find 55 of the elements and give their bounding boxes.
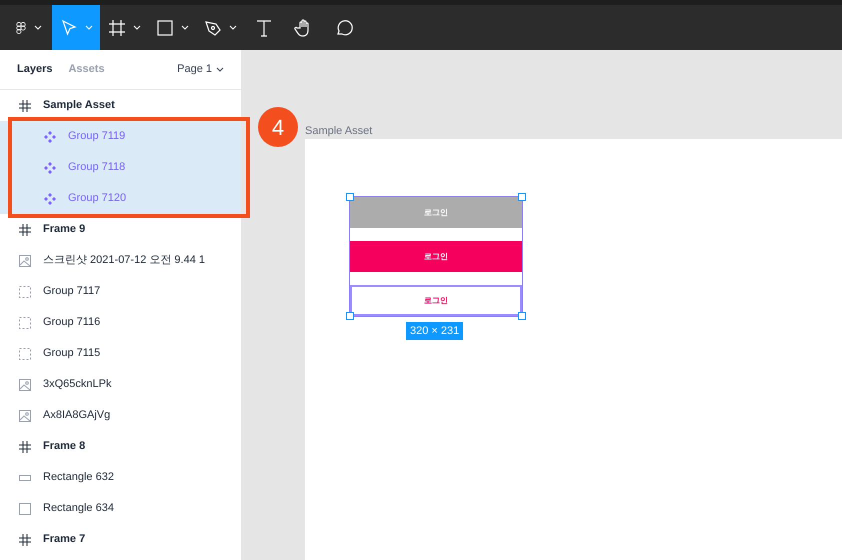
layer-row[interactable]: Frame 7 bbox=[0, 524, 241, 555]
image-icon bbox=[19, 410, 31, 422]
frame-label: Sample Asset bbox=[305, 124, 372, 139]
layer-name: Group 7117 bbox=[43, 284, 100, 300]
layer-name: Frame 9 bbox=[43, 222, 86, 238]
resize-handle[interactable] bbox=[518, 193, 526, 201]
text-icon bbox=[254, 18, 274, 38]
layer-row[interactable]: Group 7117 bbox=[0, 276, 241, 307]
layer-row[interactable]: Frame 8 bbox=[0, 431, 241, 462]
layer-row[interactable]: Frame 9 bbox=[0, 214, 241, 245]
resize-handle[interactable] bbox=[346, 312, 354, 320]
panel-tab[interactable]: Layers bbox=[17, 61, 52, 78]
layer-name: Group 7120 bbox=[68, 191, 126, 206]
layer-row[interactable]: Sample Asset bbox=[0, 90, 241, 121]
frame-icon bbox=[19, 534, 31, 546]
callout-badge: 4 bbox=[258, 107, 298, 147]
layer-name: Sample Asset bbox=[43, 98, 115, 114]
layer-row[interactable]: Group 7115 bbox=[0, 338, 241, 369]
layer-name: Frame 7 bbox=[43, 532, 86, 548]
layer-row[interactable]: 3xQ65cknLPk bbox=[0, 369, 241, 400]
frame-icon bbox=[19, 224, 31, 236]
layer-name: Ax8IA8GAjVg bbox=[43, 408, 110, 424]
component-icon bbox=[44, 192, 56, 204]
layer-name: Rectangle 634 bbox=[43, 501, 114, 516]
group-icon bbox=[19, 286, 31, 298]
resize-handle[interactable] bbox=[518, 312, 526, 320]
cursor-arrow-icon bbox=[59, 18, 79, 38]
resize-handle[interactable] bbox=[346, 193, 354, 201]
page-selector[interactable]: Page 1 bbox=[177, 61, 224, 78]
component-icon bbox=[44, 162, 56, 174]
image-icon bbox=[19, 378, 31, 390]
layer-row[interactable]: 스크린샷 2021-07-12 오전 9.44 1 bbox=[0, 245, 241, 276]
layer-name: Rectangle 632 bbox=[43, 470, 114, 486]
layer-row[interactable]: Rectangle 632 bbox=[0, 462, 241, 493]
layer-name: 스크린샷 2021-07-12 오전 9.44 1 bbox=[43, 253, 206, 268]
square-icon bbox=[155, 18, 175, 38]
group-icon bbox=[19, 348, 31, 360]
layer-name: Frame 8 bbox=[43, 439, 86, 454]
image-icon bbox=[19, 254, 31, 266]
layer-name: Group 7119 bbox=[68, 129, 126, 144]
layer-name: Group 7115 bbox=[43, 346, 100, 362]
frame-icon bbox=[19, 100, 31, 112]
layer-name: Group 7118 bbox=[68, 160, 126, 176]
layer-row[interactable]: Rectangle 634 bbox=[0, 493, 241, 524]
layer-name: Group 7116 bbox=[43, 315, 100, 330]
frame-icon bbox=[19, 440, 31, 452]
layer-row[interactable]: Ax8IA8GAjVg bbox=[0, 400, 241, 431]
square-icon bbox=[19, 502, 31, 514]
component-icon bbox=[44, 130, 56, 142]
layer-row[interactable]: Group 7116 bbox=[0, 307, 241, 338]
group-icon bbox=[19, 316, 31, 328]
chevron-down-icon bbox=[216, 67, 224, 72]
frame-icon bbox=[107, 18, 127, 38]
layer-name: 3xQ65cknLPk bbox=[43, 377, 112, 392]
size-label: 320 × 231 bbox=[406, 322, 464, 340]
